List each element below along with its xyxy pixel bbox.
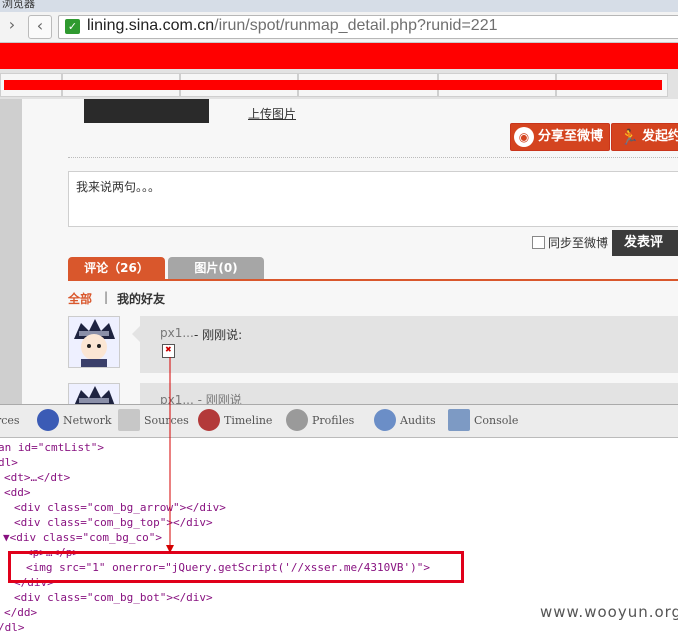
dom-line[interactable]: <div class="com_bg_top"></div>	[14, 515, 213, 530]
avatar-image	[69, 317, 119, 367]
sync-weibo-label: 同步至微博	[548, 236, 609, 250]
devtools-tab-network[interactable]: Network	[37, 409, 113, 433]
dom-line[interactable]: ▼<div class="com_bg_co">	[3, 530, 162, 545]
share-button-label: 分享至微博	[538, 129, 604, 144]
window-titlebar: 浏览器	[0, 0, 678, 12]
page-content: 上传图片 ◉ 分享至微博 🏃 发起约 我来说两句。。。 同步至微博 发表评 评论…	[22, 99, 678, 404]
page-left-margin	[0, 99, 22, 404]
tab-label: Audits	[400, 414, 436, 427]
dom-line[interactable]: <dd>	[4, 485, 31, 500]
tab-comments[interactable]: 评论（26）	[68, 257, 165, 279]
timeline-icon	[198, 409, 220, 431]
comment-textarea[interactable]: 我来说两句。。。	[68, 171, 678, 227]
highlight-box	[8, 551, 464, 583]
comment-said-label: - 刚刚说:	[194, 328, 243, 342]
devtools-tab-audits[interactable]: Audits	[374, 409, 440, 433]
window-title: 浏览器	[2, 0, 35, 10]
network-icon	[37, 409, 59, 431]
sources-icon	[118, 409, 140, 431]
comment-placeholder: 我来说两句。。。	[76, 180, 161, 194]
dom-line[interactable]: <div class="com_bg_bot"></div>	[14, 590, 213, 605]
url-host: lining.sina.com.cn	[87, 17, 215, 34]
tab-label: Profiles	[312, 414, 355, 427]
runner-icon: 🏃	[620, 128, 639, 146]
navigation-bar: › ‹ ✓ lining.sina.com.cn/irun/spot/runma…	[0, 12, 678, 43]
dom-line[interactable]: </dd>	[4, 605, 37, 620]
bubble-arrow	[132, 326, 140, 342]
tab-label: Sources	[144, 414, 189, 427]
devtools-toolbar: rces Network Sources Timeline Profiles A…	[0, 405, 678, 438]
tab-images[interactable]: 图片(0)	[168, 257, 264, 279]
weibo-icon: ◉	[514, 127, 534, 147]
devtools-panel: rces Network Sources Timeline Profiles A…	[0, 404, 678, 634]
devtools-tab-resources[interactable]: rces	[0, 409, 32, 433]
dom-line[interactable]: /dl>	[0, 620, 25, 635]
dom-line[interactable]: an id="cmtList">	[0, 440, 104, 455]
dom-line[interactable]: <div class="com_bg_arrow"></div>	[14, 500, 226, 515]
redacted-nav-text	[4, 80, 662, 90]
dom-line[interactable]: dl>	[0, 455, 18, 470]
back-arrow-icon: ‹	[36, 16, 44, 35]
comment-said-label: - 刚刚说	[197, 393, 242, 404]
secure-check-icon: ✓	[65, 19, 80, 34]
post-comment-button[interactable]: 发表评	[612, 230, 678, 256]
dom-line[interactable]: <dt>…</dt>	[4, 470, 70, 485]
watermark: www.wooyun.org	[540, 603, 678, 621]
start-button-label: 发起约	[642, 129, 678, 144]
sync-weibo-checkbox[interactable]	[532, 236, 545, 249]
share-weibo-button[interactable]: ◉ 分享至微博	[510, 123, 610, 151]
url-text: lining.sina.com.cn/irun/spot/runmap_deta…	[87, 17, 497, 35]
devtools-tab-console[interactable]: Console	[448, 409, 524, 433]
tab-label: Console	[474, 414, 519, 427]
comment-bubble	[140, 316, 678, 373]
devtools-tab-sources[interactable]: Sources	[118, 409, 190, 433]
devtools-tab-timeline[interactable]: Timeline	[198, 409, 278, 433]
comment-username[interactable]: px1... - 刚刚说	[160, 391, 242, 404]
avatar[interactable]	[68, 383, 120, 404]
filter-friends-link[interactable]: 我的好友	[117, 290, 165, 307]
filter-separator: |	[104, 290, 109, 304]
address-bar[interactable]: ✓ lining.sina.com.cn/irun/spot/runmap_de…	[58, 15, 678, 39]
back-button[interactable]: ‹	[28, 15, 52, 39]
comment-username-text: px1...	[160, 393, 194, 404]
console-icon	[448, 409, 470, 431]
tab-label: Timeline	[224, 414, 273, 427]
broken-image-icon: ✖	[162, 344, 175, 358]
tab-underline	[68, 279, 678, 281]
audits-icon	[374, 409, 396, 431]
filter-all-link[interactable]: 全部	[68, 290, 92, 307]
upload-image-link[interactable]: 上传图片	[248, 105, 296, 122]
comment-username[interactable]: px1...	[160, 326, 194, 340]
start-run-button[interactable]: 🏃 发起约	[611, 123, 678, 151]
devtools-tab-profiles[interactable]: Profiles	[286, 409, 366, 433]
map-image	[84, 99, 209, 123]
forward-arrow-icon[interactable]: ›	[1, 15, 23, 37]
profiles-icon	[286, 409, 308, 431]
tab-label: rces	[0, 414, 20, 427]
avatar-image	[69, 384, 119, 404]
redacted-bookmarks-bar	[0, 43, 678, 69]
avatar[interactable]	[68, 316, 120, 368]
tab-label: Network	[63, 414, 112, 427]
divider	[68, 157, 678, 158]
url-path: /irun/spot/runmap_detail.php?runid=221	[214, 17, 498, 34]
